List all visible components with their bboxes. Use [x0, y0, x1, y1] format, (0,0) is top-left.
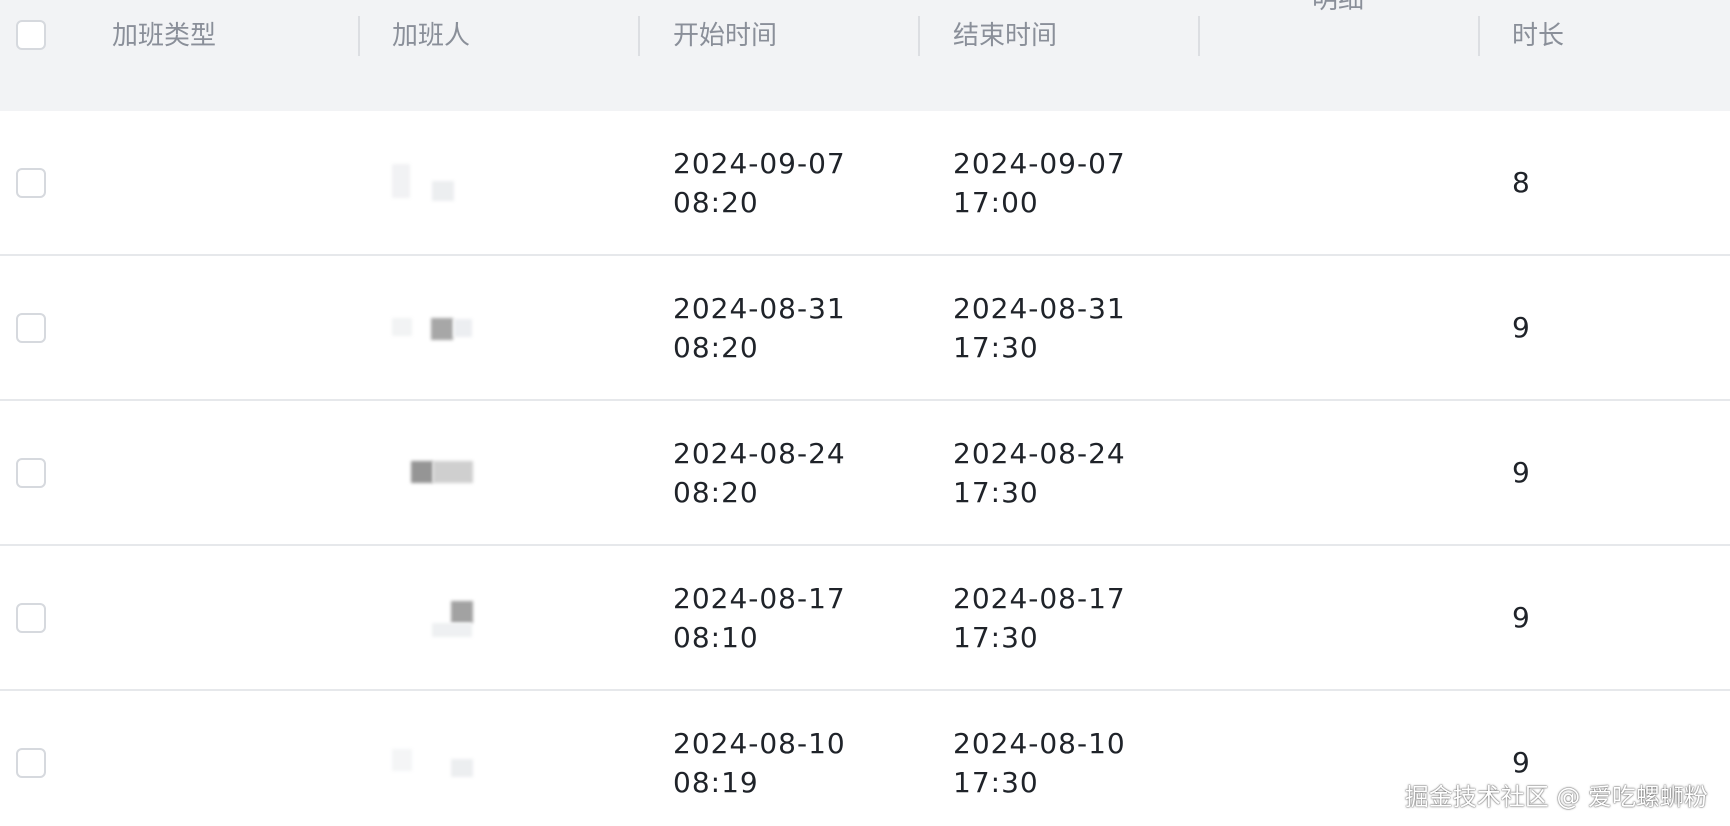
row-checkbox[interactable] — [16, 603, 46, 633]
end-clock-text: 17:30 — [953, 621, 1039, 654]
end-date-text: 2024-08-10 — [953, 727, 1126, 760]
start-time: 2024-08-31 08:20 — [673, 289, 846, 367]
start-clock-text: 08:19 — [673, 766, 759, 799]
table-row[interactable]: 2024-09-07 08:20 2024-09-07 17:00 8 — [0, 111, 1730, 256]
row-checkbox[interactable] — [16, 313, 46, 343]
table-header: 加班类型 加班人 开始时间 结束时间 明细 时长 — [0, 0, 1730, 111]
end-clock-text: 17:00 — [953, 186, 1039, 219]
column-resize-handle[interactable] — [638, 16, 640, 56]
start-time: 2024-09-07 08:20 — [673, 144, 846, 222]
start-clock-text: 08:10 — [673, 621, 759, 654]
start-date-text: 2024-09-07 — [673, 147, 846, 180]
end-date-text: 2024-08-24 — [953, 437, 1126, 470]
end-clock-text: 17:30 — [953, 766, 1039, 799]
end-date-text: 2024-08-31 — [953, 292, 1126, 325]
select-all-checkbox[interactable] — [16, 20, 46, 50]
start-time: 2024-08-10 08:19 — [673, 724, 846, 802]
duration-value: 9 — [1512, 456, 1530, 489]
start-time: 2024-08-24 08:20 — [673, 434, 846, 512]
column-header-type[interactable]: 加班类型 — [112, 16, 216, 56]
start-date-text: 2024-08-24 — [673, 437, 846, 470]
column-resize-handle[interactable] — [358, 16, 360, 56]
start-clock-text: 08:20 — [673, 331, 759, 364]
duration-value: 9 — [1512, 746, 1530, 779]
end-date-text: 2024-08-17 — [953, 582, 1126, 615]
table-row[interactable]: 2024-08-24 08:20 2024-08-24 17:30 9 — [0, 401, 1730, 546]
end-time: 2024-08-17 17:30 — [953, 579, 1126, 657]
start-date-text: 2024-08-31 — [673, 292, 846, 325]
end-clock-text: 17:30 — [953, 476, 1039, 509]
table-row[interactable]: 2024-08-17 08:10 2024-08-17 17:30 9 — [0, 546, 1730, 691]
column-header-start[interactable]: 开始时间 — [673, 16, 777, 56]
duration-value: 9 — [1512, 601, 1530, 634]
end-time: 2024-08-31 17:30 — [953, 289, 1126, 367]
row-checkbox[interactable] — [16, 458, 46, 488]
duration-value: 9 — [1512, 311, 1530, 344]
watermark: 掘金技术社区 @ 爱吃螺蛳粉 — [1404, 783, 1708, 811]
overtime-table: 加班类型 加班人 开始时间 结束时间 明细 时长 2024-09-07 08:2… — [0, 0, 1730, 826]
column-resize-handle[interactable] — [918, 16, 920, 56]
table-row[interactable]: 2024-08-31 08:20 2024-08-31 17:30 9 — [0, 256, 1730, 401]
column-resize-handle[interactable] — [1478, 16, 1480, 56]
start-clock-text: 08:20 — [673, 476, 759, 509]
start-clock-text: 08:20 — [673, 186, 759, 219]
column-header-duration[interactable]: 时长 — [1512, 16, 1564, 56]
column-header-person[interactable]: 加班人 — [392, 16, 470, 56]
row-checkbox[interactable] — [16, 748, 46, 778]
column-header-detail[interactable]: 明细 — [1312, 0, 1364, 13]
start-date-text: 2024-08-10 — [673, 727, 846, 760]
end-time: 2024-08-10 17:30 — [953, 724, 1126, 802]
end-clock-text: 17:30 — [953, 331, 1039, 364]
column-resize-handle[interactable] — [1198, 16, 1200, 56]
start-date-text: 2024-08-17 — [673, 582, 846, 615]
column-header-end[interactable]: 结束时间 — [953, 16, 1057, 56]
start-time: 2024-08-17 08:10 — [673, 579, 846, 657]
row-checkbox[interactable] — [16, 168, 46, 198]
end-time: 2024-09-07 17:00 — [953, 144, 1126, 222]
end-date-text: 2024-09-07 — [953, 147, 1126, 180]
end-time: 2024-08-24 17:30 — [953, 434, 1126, 512]
duration-value: 8 — [1512, 166, 1530, 199]
